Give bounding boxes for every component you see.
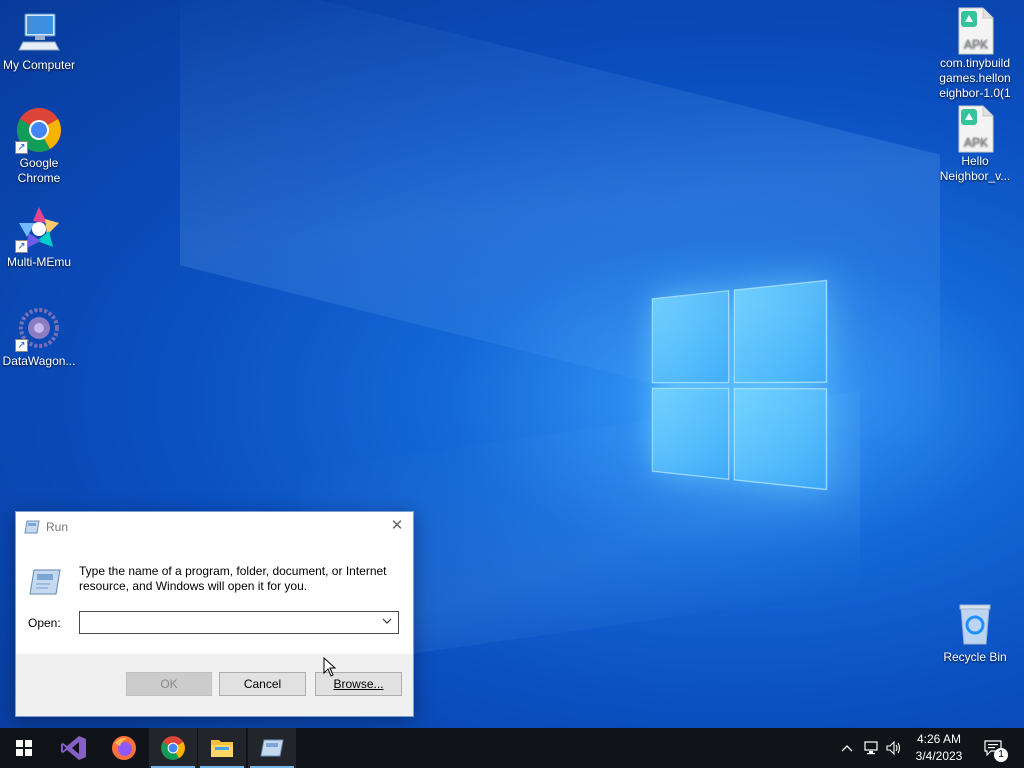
run-dialog: Run ✕ Type the name of a program, folder… bbox=[15, 511, 414, 717]
start-button[interactable] bbox=[0, 728, 48, 768]
desktop-icon-datawagon[interactable]: ↗ DataWagon... bbox=[0, 304, 78, 369]
run-icon bbox=[28, 568, 62, 596]
cancel-button[interactable]: Cancel bbox=[219, 672, 306, 696]
wallpaper-windows-logo bbox=[651, 279, 828, 491]
speaker-icon bbox=[886, 741, 901, 755]
taskbar-firefox[interactable] bbox=[100, 728, 148, 768]
svg-text:APK: APK bbox=[964, 135, 988, 149]
taskbar-run[interactable] bbox=[248, 728, 296, 768]
chrome-icon bbox=[161, 736, 185, 760]
desktop-icon-apk-file[interactable]: APK com.tinybuild games.hellon eighbor-1… bbox=[936, 6, 1014, 101]
taskbar-clock[interactable]: 4:26 AM 3/4/2023 bbox=[908, 731, 970, 765]
open-combobox[interactable] bbox=[79, 611, 399, 634]
visual-studio-icon bbox=[61, 736, 86, 760]
chevron-down-icon[interactable] bbox=[380, 615, 394, 629]
ok-button[interactable]: OK bbox=[126, 672, 212, 696]
clock-date: 3/4/2023 bbox=[915, 749, 963, 763]
file-explorer-icon bbox=[211, 740, 233, 757]
desktop-icon-label-line: eighbor-1.0(1 bbox=[939, 86, 1011, 100]
show-hidden-icons-button[interactable] bbox=[838, 728, 856, 768]
run-icon bbox=[260, 739, 284, 757]
run-dialog-titlebar[interactable]: Run bbox=[16, 512, 413, 542]
desktop-icon-my-computer[interactable]: My Computer bbox=[0, 8, 78, 73]
multi-memu-icon: ↗ bbox=[15, 205, 63, 253]
computer-icon bbox=[15, 8, 63, 56]
clock-time: 4:26 AM bbox=[916, 732, 962, 746]
start-icon bbox=[16, 740, 32, 756]
open-label: Open: bbox=[28, 616, 61, 630]
volume-tray-button[interactable] bbox=[884, 728, 904, 768]
desktop-icon-label: Google Chrome bbox=[17, 156, 61, 185]
chevron-up-icon bbox=[841, 745, 853, 752]
shortcut-arrow-icon: ↗ bbox=[15, 339, 28, 352]
svg-text:APK: APK bbox=[964, 37, 988, 51]
desktop-icon-recycle-bin[interactable]: Recycle Bin bbox=[936, 600, 1014, 665]
shortcut-arrow-icon: ↗ bbox=[15, 240, 28, 253]
browse-button-label: Browse... bbox=[333, 677, 384, 691]
notification-count-badge: 1 bbox=[994, 748, 1008, 762]
desktop-icon-apk-file[interactable]: APK Hello Neighbor_v... bbox=[936, 104, 1014, 184]
run-icon bbox=[24, 520, 40, 534]
desktop-icon-google-chrome[interactable]: ↗ Google Chrome bbox=[0, 106, 78, 186]
apk-file-icon: APK bbox=[951, 6, 999, 55]
desktop-icon-label-line: com.tinybuild bbox=[939, 56, 1011, 70]
run-dialog-title: Run bbox=[46, 520, 69, 534]
desktop-icon-label: Hello Neighbor_v... bbox=[936, 154, 1014, 184]
run-dialog-footer: OK Cancel Browse... bbox=[16, 654, 413, 716]
desktop-icon-label: My Computer bbox=[2, 58, 76, 72]
network-icon bbox=[864, 741, 878, 755]
desktop-icon-label-line: games.hellon bbox=[939, 71, 1011, 85]
taskbar: 4:26 AM 3/4/2023 bbox=[0, 728, 1024, 768]
desktop-icon-label-line: Hello bbox=[961, 154, 989, 168]
run-dialog-message: Type the name of a program, folder, docu… bbox=[79, 564, 399, 594]
desktop-icon-multi-memu[interactable]: ↗ Multi-MEmu bbox=[0, 205, 78, 270]
shortcut-arrow-icon: ↗ bbox=[15, 141, 28, 154]
desktop-icon-label-line: Neighbor_v... bbox=[939, 169, 1011, 183]
network-tray-button[interactable] bbox=[861, 728, 881, 768]
desktop-icon-label: Recycle Bin bbox=[943, 650, 1007, 664]
firefox-icon bbox=[112, 736, 136, 760]
recycle-bin-icon bbox=[951, 600, 999, 648]
taskbar-visual-studio[interactable] bbox=[50, 728, 98, 768]
taskbar-chrome[interactable] bbox=[149, 728, 197, 768]
close-icon[interactable]: ✕ bbox=[389, 518, 405, 534]
desktop-icon-label: Multi-MEmu bbox=[6, 255, 71, 269]
run-dialog-body: Type the name of a program, folder, docu… bbox=[16, 542, 413, 655]
datawagon-icon: ↗ bbox=[15, 304, 63, 352]
mouse-cursor-icon bbox=[323, 656, 337, 677]
apk-file-icon: APK bbox=[951, 104, 999, 153]
taskbar-file-explorer[interactable] bbox=[198, 728, 246, 768]
desktop-icon-label: com.tinybuild games.hellon eighbor-1.0(1 bbox=[936, 56, 1014, 101]
desktop-icon-label: DataWagon... bbox=[2, 354, 76, 368]
run-dialog-message-line: Type the name of a program, folder, docu… bbox=[79, 564, 387, 578]
chrome-icon: ↗ bbox=[15, 106, 63, 154]
run-dialog-message-line: resource, and Windows will open it for y… bbox=[79, 579, 308, 593]
